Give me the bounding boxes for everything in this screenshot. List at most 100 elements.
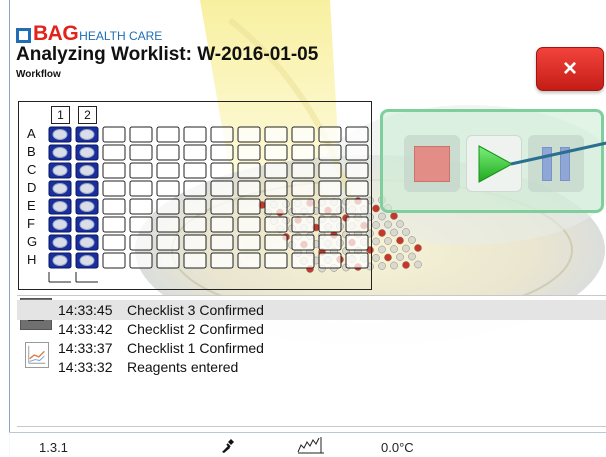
plate-well[interactable] bbox=[264, 252, 288, 269]
plate-well[interactable] bbox=[264, 162, 288, 179]
plate-well[interactable] bbox=[237, 162, 261, 179]
plate-well[interactable] bbox=[318, 234, 342, 251]
plate-well[interactable] bbox=[129, 216, 153, 233]
plate-well[interactable] bbox=[48, 198, 72, 215]
plate-well[interactable] bbox=[210, 180, 234, 197]
plate-well[interactable] bbox=[210, 198, 234, 215]
plate-well[interactable] bbox=[75, 234, 99, 251]
plate-well[interactable] bbox=[237, 252, 261, 269]
plate-well[interactable] bbox=[102, 126, 126, 143]
plate-well[interactable] bbox=[156, 126, 180, 143]
plate-well[interactable] bbox=[291, 234, 315, 251]
log-entry[interactable]: 14:33:37 Checklist 1 Confirmed bbox=[17, 338, 606, 358]
close-button[interactable]: × bbox=[536, 47, 604, 91]
plate-well[interactable] bbox=[156, 144, 180, 161]
plate-well[interactable] bbox=[75, 144, 99, 161]
plate-well[interactable] bbox=[48, 216, 72, 233]
plate-well[interactable] bbox=[156, 180, 180, 197]
plate-well[interactable] bbox=[75, 216, 99, 233]
plate-well[interactable] bbox=[129, 234, 153, 251]
plate-well[interactable] bbox=[183, 126, 207, 143]
plate-well[interactable] bbox=[318, 198, 342, 215]
plate-well[interactable] bbox=[129, 180, 153, 197]
plate-well[interactable] bbox=[75, 126, 99, 143]
plate-well[interactable] bbox=[345, 234, 369, 251]
plate-well[interactable] bbox=[291, 144, 315, 161]
plate-well[interactable] bbox=[156, 252, 180, 269]
plate-well[interactable] bbox=[264, 144, 288, 161]
plate-well[interactable] bbox=[102, 216, 126, 233]
plate-well[interactable] bbox=[237, 234, 261, 251]
plate-well[interactable] bbox=[291, 198, 315, 215]
plate-well[interactable] bbox=[237, 180, 261, 197]
plate-well[interactable] bbox=[318, 126, 342, 143]
plate-well[interactable] bbox=[210, 216, 234, 233]
plate-well[interactable] bbox=[210, 252, 234, 269]
log-entry[interactable]: 14:33:32 Reagents entered bbox=[17, 357, 606, 377]
plate-well[interactable] bbox=[291, 126, 315, 143]
plate-well[interactable] bbox=[183, 234, 207, 251]
plate-well[interactable] bbox=[102, 234, 126, 251]
plate-well[interactable] bbox=[237, 216, 261, 233]
plate-well[interactable] bbox=[48, 234, 72, 251]
plate-well[interactable] bbox=[210, 144, 234, 161]
plate-well[interactable] bbox=[318, 162, 342, 179]
plate-well[interactable] bbox=[102, 180, 126, 197]
plate-well[interactable] bbox=[183, 162, 207, 179]
plate-well[interactable] bbox=[75, 252, 99, 269]
plate-well[interactable] bbox=[318, 144, 342, 161]
plate-well[interactable] bbox=[102, 162, 126, 179]
plate-well[interactable] bbox=[291, 180, 315, 197]
plate-well[interactable] bbox=[237, 144, 261, 161]
plate-well[interactable] bbox=[129, 126, 153, 143]
plate-well[interactable] bbox=[102, 252, 126, 269]
plate-well[interactable] bbox=[345, 198, 369, 215]
plate-well[interactable] bbox=[318, 216, 342, 233]
plate-well[interactable] bbox=[237, 126, 261, 143]
plate-well[interactable] bbox=[345, 216, 369, 233]
plate-well[interactable] bbox=[183, 252, 207, 269]
plate-well[interactable] bbox=[345, 162, 369, 179]
plate-well[interactable] bbox=[75, 180, 99, 197]
plate-well[interactable] bbox=[210, 162, 234, 179]
plate-well[interactable] bbox=[156, 162, 180, 179]
plate-well[interactable] bbox=[129, 144, 153, 161]
stop-button[interactable] bbox=[404, 135, 460, 192]
plate-well[interactable] bbox=[264, 180, 288, 197]
log-entry[interactable]: 14:33:42 Checklist 2 Confirmed bbox=[17, 319, 606, 339]
plate-well[interactable] bbox=[102, 198, 126, 215]
event-log[interactable]: 14:33:45 Checklist 3 Confirmed 14:33:42 … bbox=[17, 295, 606, 427]
plate-well[interactable] bbox=[156, 234, 180, 251]
plate-well[interactable] bbox=[264, 198, 288, 215]
plate-well[interactable] bbox=[48, 180, 72, 197]
plate-well[interactable] bbox=[48, 126, 72, 143]
plate-well[interactable] bbox=[129, 162, 153, 179]
plate-well[interactable] bbox=[210, 126, 234, 143]
plate-well[interactable] bbox=[345, 144, 369, 161]
plate-well[interactable] bbox=[291, 216, 315, 233]
plate-well[interactable] bbox=[129, 252, 153, 269]
plate-well[interactable] bbox=[264, 216, 288, 233]
plate-well[interactable] bbox=[318, 180, 342, 197]
plate-well[interactable] bbox=[345, 252, 369, 269]
plate-well[interactable] bbox=[129, 198, 153, 215]
plate-well[interactable] bbox=[102, 144, 126, 161]
plate-well[interactable] bbox=[264, 126, 288, 143]
plate-well[interactable] bbox=[48, 252, 72, 269]
plate-well[interactable] bbox=[183, 180, 207, 197]
plate-well[interactable] bbox=[156, 216, 180, 233]
plate-well[interactable] bbox=[210, 234, 234, 251]
plate-well[interactable] bbox=[291, 252, 315, 269]
plate-well[interactable] bbox=[345, 180, 369, 197]
plate-well[interactable] bbox=[156, 198, 180, 215]
plate-well[interactable] bbox=[264, 234, 288, 251]
plate-well[interactable] bbox=[183, 198, 207, 215]
plate-well[interactable] bbox=[48, 162, 72, 179]
plate-well[interactable] bbox=[183, 216, 207, 233]
plate-well[interactable] bbox=[75, 162, 99, 179]
plate-well[interactable] bbox=[75, 198, 99, 215]
plate-well[interactable] bbox=[48, 144, 72, 161]
plate-well[interactable] bbox=[237, 198, 261, 215]
plate-well[interactable] bbox=[291, 162, 315, 179]
plate-well[interactable] bbox=[183, 144, 207, 161]
